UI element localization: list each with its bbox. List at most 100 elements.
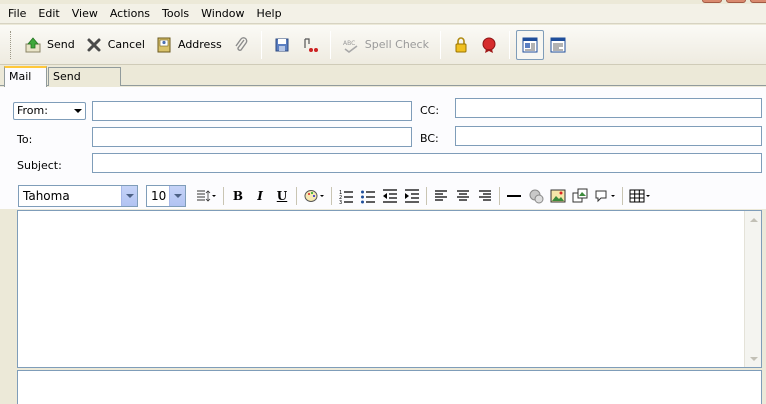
- from-dropdown[interactable]: From:: [13, 102, 86, 120]
- horizontal-line-button[interactable]: [503, 185, 525, 207]
- window-button[interactable]: [702, 0, 722, 3]
- format-separator: [426, 187, 427, 205]
- plain-view-icon: [521, 36, 539, 54]
- increase-indent-button[interactable]: [401, 185, 423, 207]
- align-left-button[interactable]: [430, 185, 452, 207]
- spell-check-button[interactable]: ABC Spell Check: [337, 30, 434, 60]
- toolbar-separator: [508, 30, 510, 59]
- from-field[interactable]: [92, 101, 412, 121]
- plain-view-button[interactable]: [515, 29, 544, 60]
- menu-edit[interactable]: Edit: [32, 4, 65, 24]
- subject-label: Subject:: [17, 159, 62, 172]
- align-center-icon: [457, 190, 469, 201]
- insert-link-button[interactable]: [525, 185, 547, 207]
- vertical-scrollbar[interactable]: [744, 211, 761, 367]
- menu-file[interactable]: File: [2, 4, 32, 24]
- message-body-editor[interactable]: [17, 210, 762, 368]
- window-button[interactable]: [726, 0, 746, 3]
- spell-check-label: Spell Check: [364, 38, 429, 51]
- spell-check-icon: ABC: [342, 36, 360, 54]
- message-header-fields: From: CC: To: BC: Subject:: [0, 87, 766, 183]
- indent-icon: [405, 189, 419, 203]
- bullet-list-button[interactable]: [357, 185, 379, 207]
- font-family-value: Tahoma: [23, 189, 70, 203]
- compose-tabs: Mail Send Options: [0, 66, 766, 100]
- text-color-button[interactable]: [300, 185, 328, 207]
- cc-field[interactable]: [455, 98, 762, 118]
- subject-field[interactable]: [92, 153, 762, 173]
- image-icon: [550, 189, 566, 203]
- address-button[interactable]: Address: [150, 30, 227, 60]
- attach-button[interactable]: [227, 30, 255, 60]
- toolbar-separator: [439, 30, 441, 59]
- align-right-button[interactable]: [474, 185, 496, 207]
- main-toolbar: Send Cancel Address ABC Spell Check: [0, 25, 766, 65]
- to-field[interactable]: [92, 127, 412, 147]
- bold-button[interactable]: B: [227, 185, 249, 207]
- tab-send-options[interactable]: Send Options: [48, 67, 121, 100]
- align-center-button[interactable]: [452, 185, 474, 207]
- format-toolbar: Tahoma 10 B I U 123: [0, 183, 766, 209]
- from-label: From:: [17, 104, 48, 117]
- font-size-select[interactable]: 10: [146, 185, 186, 207]
- toolbar-grip[interactable]: [10, 30, 13, 59]
- save-draft-button[interactable]: [268, 30, 296, 60]
- svg-text:3: 3: [339, 200, 342, 204]
- insert-picture-button[interactable]: [569, 185, 591, 207]
- menu-actions[interactable]: Actions: [104, 4, 156, 24]
- link-icon: [529, 189, 544, 204]
- bullet-list-icon: [361, 190, 375, 204]
- priority-button[interactable]: [296, 30, 324, 60]
- format-separator: [223, 187, 224, 205]
- chevron-down-icon: [169, 186, 185, 206]
- lock-button[interactable]: [447, 30, 475, 60]
- scroll-down-button[interactable]: [746, 351, 761, 366]
- object-icon: [595, 190, 615, 203]
- toolbar-separator: [329, 30, 331, 59]
- attachments-panel[interactable]: [17, 370, 762, 404]
- insert-object-button[interactable]: [591, 185, 619, 207]
- format-separator: [622, 187, 623, 205]
- underline-button[interactable]: U: [271, 185, 293, 207]
- numbered-list-button[interactable]: 123: [335, 185, 357, 207]
- format-separator: [499, 187, 500, 205]
- lock-icon: [452, 36, 470, 54]
- chevron-down-icon: [121, 186, 137, 206]
- attach-icon: [232, 36, 250, 54]
- line-spacing-button[interactable]: [192, 185, 220, 207]
- menu-tools[interactable]: Tools: [156, 4, 195, 24]
- picture-icon: [572, 188, 588, 203]
- menu-help[interactable]: Help: [251, 4, 288, 24]
- menu-view[interactable]: View: [66, 4, 104, 24]
- insert-image-button[interactable]: [547, 185, 569, 207]
- font-size-value: 10: [151, 189, 167, 203]
- toolbar-separator: [260, 30, 262, 59]
- cancel-button[interactable]: Cancel: [80, 30, 150, 60]
- send-label: Send: [47, 38, 75, 51]
- address-label: Address: [177, 38, 222, 51]
- scroll-up-button[interactable]: [746, 212, 761, 227]
- address-book-icon: [155, 36, 173, 54]
- to-label: To:: [17, 133, 33, 146]
- bc-label: BC:: [420, 132, 439, 145]
- priority-icon: [301, 36, 319, 54]
- italic-button[interactable]: I: [249, 185, 271, 207]
- font-family-select[interactable]: Tahoma: [18, 185, 138, 207]
- seal-button[interactable]: [475, 30, 503, 60]
- menu-window[interactable]: Window: [195, 4, 250, 24]
- send-button[interactable]: Send: [19, 30, 80, 60]
- html-view-button[interactable]: [544, 30, 572, 60]
- align-left-icon: [435, 190, 447, 201]
- save-icon: [273, 36, 291, 54]
- decrease-indent-button[interactable]: [379, 185, 401, 207]
- insert-table-button[interactable]: [626, 185, 654, 207]
- window-button[interactable]: [750, 0, 766, 3]
- cc-label: CC:: [420, 104, 440, 117]
- tab-mail[interactable]: Mail: [4, 66, 47, 87]
- format-separator: [331, 187, 332, 205]
- bc-field[interactable]: [455, 126, 762, 146]
- cancel-label: Cancel: [107, 38, 145, 51]
- format-separator: [296, 187, 297, 205]
- table-icon: [629, 189, 650, 203]
- line-spacing-icon: [197, 190, 216, 202]
